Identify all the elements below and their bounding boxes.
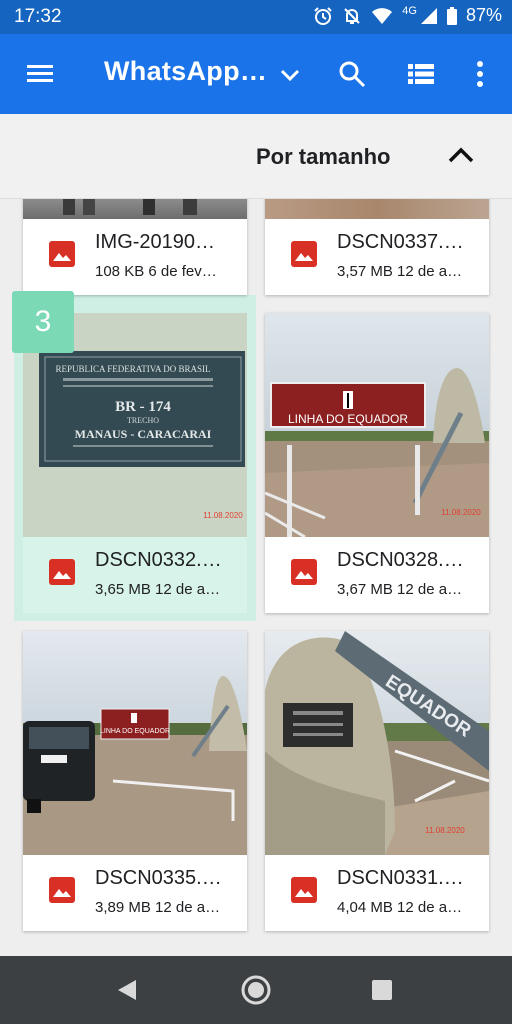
photo-date: 11.08.2020 [425,826,465,835]
signal-icon [420,7,437,24]
file-info: DSCN0328.… 3,67 MB 12 de a… [265,537,489,613]
file-meta: 4,04 MB 12 de a… [337,899,463,916]
notifications-off-icon [344,7,360,24]
list-view-icon[interactable] [408,62,434,86]
image-icon [49,241,75,267]
search-icon[interactable] [338,60,366,88]
wifi-icon [372,7,393,24]
file-thumbnail: LINHA DO EQUADOR 11.08.2020 [265,313,489,537]
file-meta: 3,67 MB 12 de a… [337,581,463,598]
system-nav-bar [0,956,512,1024]
image-icon [49,877,75,903]
image-icon [291,877,317,903]
file-name: DSCN0328.… [337,549,464,571]
sign-text: LINHA DO EQUADOR [288,412,408,426]
file-card[interactable]: EQUADOR 11.08.2020 DSCN0331.… 4,04 MB 12… [265,631,489,931]
file-card[interactable]: REPUBLICA FEDERATIVA DO BRASIL BR - 174 … [23,313,247,613]
sort-bar: Por tamanho [0,114,512,199]
selection-count-badge: 3 [12,291,74,353]
plaque-trecho: TRECHO [127,416,159,425]
file-name: DSCN0331.… [337,867,464,889]
sign-text: LINHA DO EQUADOR [100,728,170,735]
more-vert-icon[interactable] [476,60,484,88]
image-icon [291,241,317,267]
file-thumbnail [23,199,247,219]
plaque-road: BR - 174 [115,399,171,415]
file-name: DSCN0337.… [337,231,464,253]
file-info: DSCN0337.… 3,57 MB 12 de a… [265,219,489,295]
back-icon[interactable] [116,978,138,1002]
file-meta: 108 KB 6 de fev… [95,263,217,280]
file-name: DSCN0335.… [95,867,222,889]
file-card[interactable]: DSCN0337.… 3,57 MB 12 de a… [265,199,489,295]
status-time: 17:32 [14,6,62,27]
image-icon [291,559,317,585]
battery-icon [446,6,457,25]
recents-icon[interactable] [371,979,393,1001]
file-info: DSCN0335.… 3,89 MB 12 de a… [23,855,247,931]
home-icon[interactable] [240,974,272,1006]
file-thumbnail: LINHA DO EQUADOR [23,631,247,855]
file-grid: 3 IMG-20190… 108 KB 6 de fev… DSCN0337.…… [0,199,512,956]
file-card[interactable]: LINHA DO EQUADOR 11.08.2020 DSCN0328.… 3… [265,313,489,613]
file-info: DSCN0331.… 4,04 MB 12 de a… [265,855,489,931]
menu-icon[interactable] [26,60,54,88]
file-card[interactable]: IMG-20190… 108 KB 6 de fev… [23,199,247,295]
chevron-up-icon[interactable] [448,144,474,166]
photo-date: 11.08.2020 [441,508,481,517]
file-thumbnail [265,199,489,219]
file-meta: 3,57 MB 12 de a… [337,263,463,280]
folder-title[interactable]: WhatsApp… [104,56,267,87]
chevron-down-icon[interactable] [278,63,302,87]
sort-label[interactable]: Por tamanho [256,144,390,170]
file-name: DSCN0332.… [95,549,222,571]
file-info: DSCN0332.… 3,65 MB 12 de a… [23,537,247,613]
network-type: 4G [402,4,417,17]
file-card[interactable]: LINHA DO EQUADOR DSCN0335.… 3,89 MB 12 d… [23,631,247,931]
plaque-line1: REPUBLICA FEDERATIVA DO BRASIL [55,364,210,374]
file-info: IMG-20190… 108 KB 6 de fev… [23,219,247,295]
file-meta: 3,89 MB 12 de a… [95,899,221,916]
plaque-route: MANAUS - CARACARAI [75,427,212,441]
status-bar: 17:32 4G 87% [0,0,512,34]
app-bar: WhatsApp… [0,34,512,114]
status-icons: 4G 87% [313,5,502,26]
file-thumbnail: EQUADOR 11.08.2020 [265,631,489,855]
photo-date: 11.08.2020 [203,511,243,520]
file-meta: 3,65 MB 12 de a… [95,581,221,598]
file-name: IMG-20190… [95,231,216,253]
battery-level: 87% [465,5,502,25]
alarm-icon [314,6,332,25]
image-icon [49,559,75,585]
